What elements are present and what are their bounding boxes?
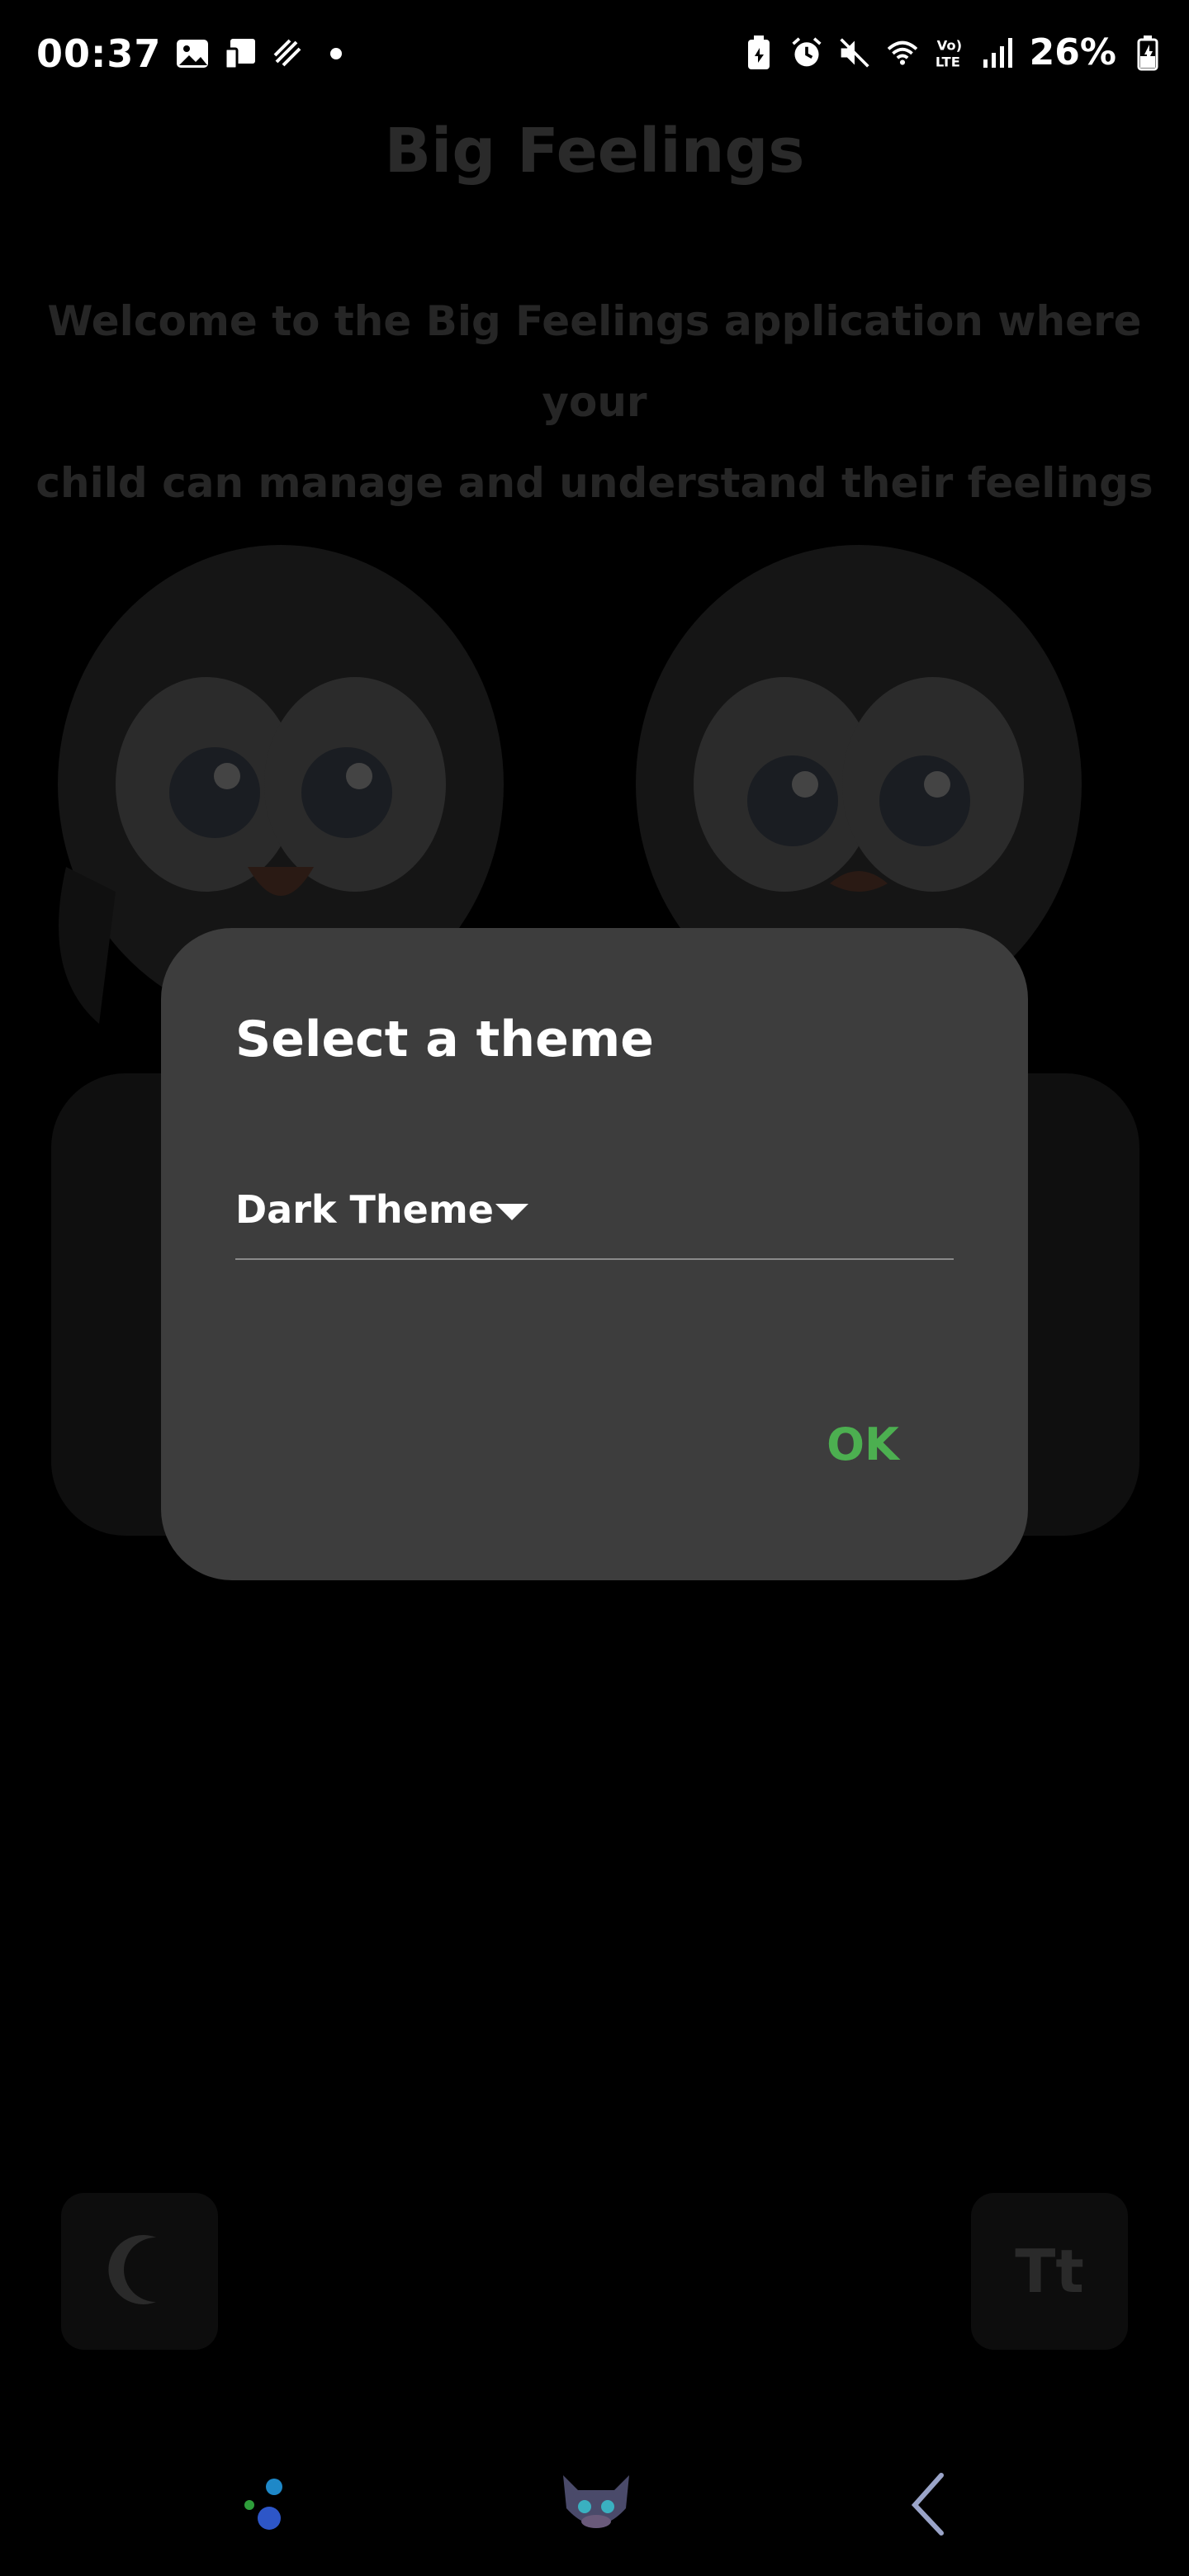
ok-button[interactable]: OK bbox=[813, 1407, 912, 1481]
alarm-icon bbox=[790, 36, 823, 69]
theme-dialog: Select a theme Dark Theme OK bbox=[161, 928, 1028, 1580]
dock-app-dots[interactable] bbox=[221, 2460, 312, 2551]
mute-icon bbox=[838, 36, 871, 69]
wifi-icon bbox=[886, 36, 919, 69]
back-arrow-icon bbox=[900, 2467, 958, 2545]
link-icon bbox=[272, 37, 305, 70]
dock-back[interactable] bbox=[883, 2460, 974, 2551]
status-bar: 00:37 Vo) LTE 26% bbox=[0, 0, 1189, 107]
signal-icon bbox=[982, 36, 1015, 69]
volte-icon: Vo) LTE bbox=[934, 36, 967, 69]
screen: 00:37 Vo) LTE 26% Big Feelings Welcome t… bbox=[0, 0, 1189, 2576]
svg-text:LTE: LTE bbox=[935, 54, 959, 69]
battery-percent: 26% bbox=[1029, 31, 1116, 73]
theme-toggle-button[interactable] bbox=[61, 2193, 218, 2350]
svg-text:Vo): Vo) bbox=[936, 37, 961, 53]
gallery-icon bbox=[176, 37, 209, 70]
status-left: 00:37 bbox=[36, 31, 353, 76]
status-right: Vo) LTE 26% bbox=[742, 31, 1164, 73]
dialog-title: Select a theme bbox=[235, 1011, 654, 1068]
dragon-avatar-icon bbox=[555, 2467, 637, 2545]
moon-icon bbox=[107, 2233, 173, 2310]
welcome-line-1: Welcome to the Big Feelings application … bbox=[47, 297, 1142, 426]
theme-dropdown[interactable]: Dark Theme bbox=[235, 1176, 954, 1260]
dropdown-arrow-icon bbox=[495, 1204, 528, 1220]
cast-icon bbox=[224, 37, 257, 70]
welcome-text: Welcome to the Big Feelings application … bbox=[25, 281, 1164, 523]
sparkle-dots-icon bbox=[230, 2467, 304, 2545]
dot-icon bbox=[320, 37, 353, 70]
dock-app-character[interactable] bbox=[551, 2460, 642, 2551]
font-size-button[interactable]: Tt bbox=[971, 2193, 1128, 2350]
status-time: 00:37 bbox=[36, 31, 162, 76]
theme-dropdown-value: Dark Theme bbox=[235, 1187, 494, 1232]
app-title: Big Feelings bbox=[384, 116, 805, 187]
battery-saver-icon bbox=[742, 35, 775, 69]
battery-charging-icon bbox=[1131, 35, 1164, 70]
